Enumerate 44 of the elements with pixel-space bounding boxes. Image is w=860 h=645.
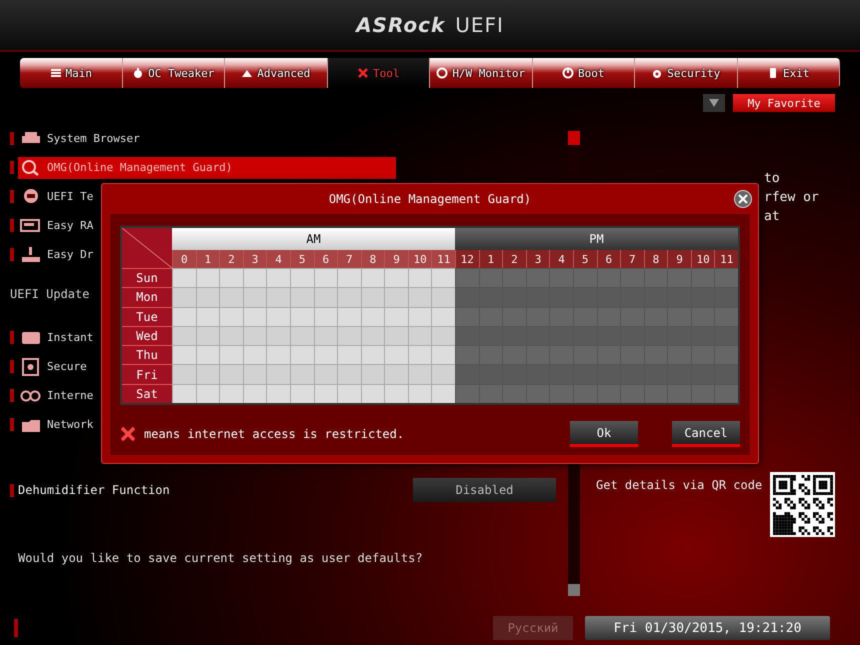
hour-header: 6 bbox=[596, 250, 620, 268]
dialog-title: OMG(Online Management Guard) bbox=[328, 192, 532, 206]
hour-header: 8 bbox=[644, 250, 668, 268]
hour-header: 2 bbox=[502, 250, 526, 268]
hour-header: 12 bbox=[455, 250, 479, 268]
day-label: Thu bbox=[122, 345, 172, 364]
hour-header: 3 bbox=[526, 250, 550, 268]
hour-header: 5 bbox=[572, 250, 596, 268]
datetime-display: Fri 01/30/2015, 19:21:20 bbox=[585, 616, 830, 640]
prompt-text: Would you like to save current setting as user defaults? bbox=[18, 551, 424, 565]
hour-header: 11 bbox=[714, 250, 738, 268]
pm-header: PM bbox=[455, 228, 738, 250]
day-label: Wed bbox=[122, 326, 172, 346]
hour-header: 10 bbox=[690, 250, 714, 268]
hour-header: 1 bbox=[478, 250, 502, 268]
day-label: Fri bbox=[122, 364, 172, 384]
hour-header: 7 bbox=[620, 250, 644, 268]
brand-logo: ASRock UEFI bbox=[356, 13, 504, 37]
hour-header: 8 bbox=[360, 250, 384, 268]
section-label: UEFI Update bbox=[10, 287, 90, 301]
hour-header: 1 bbox=[196, 250, 220, 268]
hour-header: 2 bbox=[219, 250, 243, 268]
hour-header: 4 bbox=[549, 250, 573, 268]
setting-label: Dehumidifier Function bbox=[18, 483, 171, 497]
hour-header: 5 bbox=[290, 250, 314, 268]
day-label: Sat bbox=[122, 384, 172, 404]
hour-header: 0 bbox=[172, 250, 196, 268]
qr-label: Get details via QR code bbox=[596, 478, 762, 492]
day-label: Tue bbox=[122, 306, 172, 326]
description-text: at bbox=[764, 208, 781, 226]
am-header: AM bbox=[172, 228, 455, 250]
hour-header: 7 bbox=[337, 250, 361, 268]
legend-text: means internet access is restricted. bbox=[144, 427, 406, 442]
hour-header: 6 bbox=[314, 250, 338, 268]
hour-header: 3 bbox=[242, 250, 266, 268]
day-label: Mon bbox=[122, 287, 172, 307]
description-text: to bbox=[764, 170, 781, 188]
hour-header: 10 bbox=[408, 250, 432, 268]
description-text: rfew or bbox=[764, 189, 820, 207]
hour-header: 9 bbox=[384, 250, 408, 268]
hour-header: 9 bbox=[667, 250, 691, 268]
hour-header: 4 bbox=[266, 250, 290, 268]
day-label: Sun bbox=[122, 268, 172, 288]
hour-header: 11 bbox=[431, 250, 455, 268]
